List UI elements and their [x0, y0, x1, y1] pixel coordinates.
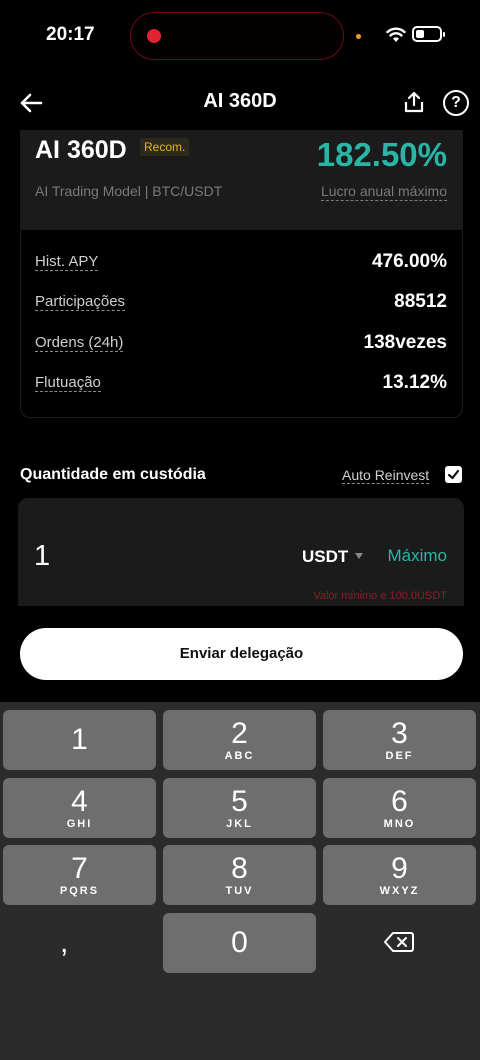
key-2[interactable]: 2 ABC — [163, 710, 316, 770]
share-icon[interactable] — [402, 90, 426, 114]
stat-label-participations[interactable]: Participações — [35, 293, 126, 311]
key-4-digit: 4 — [71, 785, 88, 818]
help-icon[interactable]: ? — [443, 90, 469, 116]
key-5-digit: 5 — [231, 785, 248, 818]
key-6-digit: 6 — [391, 785, 408, 818]
status-time: 20:17 — [46, 24, 95, 45]
key-5[interactable]: 5 JKL — [163, 778, 316, 838]
max-button[interactable]: Máximo — [387, 546, 447, 566]
key-7-letters: PQRS — [59, 885, 100, 897]
backspace-icon[interactable] — [384, 931, 414, 953]
key-2-digit: 2 — [231, 717, 248, 750]
key-4-letters: GHI — [66, 818, 93, 830]
key-2-letters: ABC — [224, 750, 255, 762]
key-5-letters: JKL — [226, 818, 253, 830]
key-6-letters: MNO — [383, 818, 416, 830]
stat-label-fluctuation[interactable]: Flutuação — [35, 374, 101, 392]
recording-icon — [147, 29, 161, 43]
stat-label-orders[interactable]: Ordens (24h) — [35, 334, 124, 352]
currency-select[interactable]: USDT — [302, 547, 348, 567]
key-1-digit: 1 — [71, 723, 88, 756]
chevron-down-icon[interactable] — [355, 553, 363, 559]
dynamic-island — [130, 12, 344, 60]
key-8-letters: TUV — [225, 885, 254, 897]
key-comma[interactable]: , — [60, 926, 68, 960]
key-9[interactable]: 9 WXYZ — [323, 845, 476, 905]
stat-value-participations: 88512 — [394, 291, 447, 312]
minimum-amount-warning: Valor mínimo é 100.0USDT — [313, 590, 447, 602]
stat-value-orders: 138vezes — [363, 332, 447, 353]
key-1[interactable]: 1 — [3, 710, 156, 770]
privacy-indicator-icon — [356, 34, 361, 39]
key-9-letters: WXYZ — [379, 885, 420, 897]
key-8-digit: 8 — [231, 852, 248, 885]
key-3[interactable]: 3 DEF — [323, 710, 476, 770]
wifi-icon — [386, 27, 406, 42]
stat-value-hist-apy: 476.00% — [371, 251, 447, 272]
custody-title: Quantidade em custódia — [20, 466, 206, 483]
amount-input[interactable]: 1 — [34, 540, 50, 573]
auto-reinvest-label[interactable]: Auto Reinvest — [342, 467, 430, 484]
key-0-digit: 0 — [231, 926, 248, 959]
max-apy-label[interactable]: Lucro anual máximo — [320, 183, 447, 201]
stat-label-hist-apy[interactable]: Hist. APY — [35, 253, 99, 271]
key-7-digit: 7 — [71, 852, 88, 885]
key-3-letters: DEF — [385, 750, 414, 762]
key-7[interactable]: 7 PQRS — [3, 845, 156, 905]
key-3-digit: 3 — [391, 717, 408, 750]
recommended-badge: Recom. — [140, 138, 190, 156]
key-4[interactable]: 4 GHI — [3, 778, 156, 838]
submit-delegation-button[interactable]: Enviar delegação — [20, 628, 463, 680]
battery-icon — [412, 26, 445, 42]
stat-value-fluctuation: 13.12% — [382, 372, 447, 393]
max-apy-value: 182.50% — [316, 136, 447, 173]
product-name: AI 360D — [35, 136, 127, 164]
auto-reinvest-checkbox[interactable] — [445, 466, 462, 483]
key-8[interactable]: 8 TUV — [163, 845, 316, 905]
key-0[interactable]: 0 — [163, 913, 316, 973]
product-subtitle: AI Trading Model | BTC/USDT — [35, 183, 223, 199]
key-9-digit: 9 — [391, 852, 408, 885]
key-6[interactable]: 6 MNO — [323, 778, 476, 838]
